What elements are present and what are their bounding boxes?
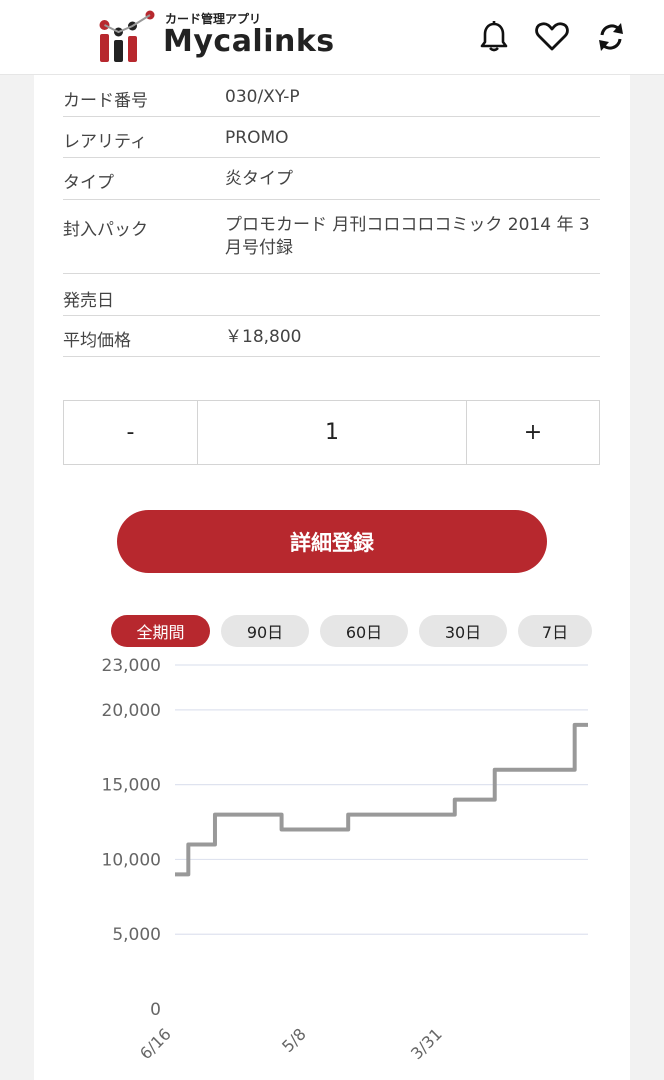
detail-value: PROMO [225,128,289,148]
y-tick-label: 10,000 [102,850,161,870]
tab-90-days[interactable]: 90日 [221,615,309,647]
x-tick-label: 5/8 [278,1024,310,1056]
tab-30-days[interactable]: 30日 [419,615,507,647]
detail-row-rarity: レアリティ PROMO [63,116,600,158]
price-series-line [175,722,588,877]
app-header: カード管理アプリ Mycalinks [0,0,664,75]
logo-title: Mycalinks [163,24,335,59]
detail-row-card-number: カード番号 030/XY-P [63,74,600,117]
heart-icon[interactable] [535,20,569,54]
tab-7-days[interactable]: 7日 [518,615,592,647]
y-tick-label: 23,000 [102,656,161,676]
increment-button[interactable]: + [466,400,600,465]
y-tick-label: 20,000 [102,701,161,721]
x-tick-label: 6/16 [136,1024,175,1063]
refresh-icon[interactable] [594,20,628,54]
x-tick-label: 3/31 [407,1024,446,1063]
detail-label: 発売日 [63,291,114,311]
detail-value: ￥18,800 [225,327,302,347]
detail-row-average-price: 平均価格 ￥18,800 [63,315,600,357]
detail-label: レアリティ [63,132,147,152]
y-tick-label: 5,000 [112,925,161,945]
tab-all-period[interactable]: 全期間 [111,615,210,647]
detail-value: プロモカード 月刊コロコロコミック 2014 年 3 月号付録 [225,215,590,258]
detail-value: 030/XY-P [225,87,300,107]
detail-row-pack: 封入パック プロモカード 月刊コロコロコミック 2014 年 3 月号付録 [63,199,600,274]
tab-60-days[interactable]: 60日 [320,615,408,647]
detail-label: 封入パック [63,220,148,240]
bell-icon[interactable] [477,20,511,54]
detail-label: 平均価格 [63,331,131,351]
register-detail-button[interactable]: 詳細登録 [117,510,547,573]
quantity-input[interactable]: 1 [198,400,466,465]
y-tick-label: 15,000 [102,776,161,796]
quantity-stepper: - 1 + [63,400,600,467]
price-chart: 23,000 20,000 15,000 10,000 5,000 0 6/16 5/8 3/3… [102,656,588,1063]
logo-icon [99,10,155,62]
detail-row-type: タイプ 炎タイプ [63,157,600,200]
detail-row-release-date: 発売日 [63,273,600,316]
detail-label: カード番号 [63,91,148,111]
decrement-button[interactable]: - [63,400,198,465]
detail-value: 炎タイプ [225,169,293,189]
y-tick-label: 0 [150,1000,161,1020]
detail-label: タイプ [63,173,114,193]
